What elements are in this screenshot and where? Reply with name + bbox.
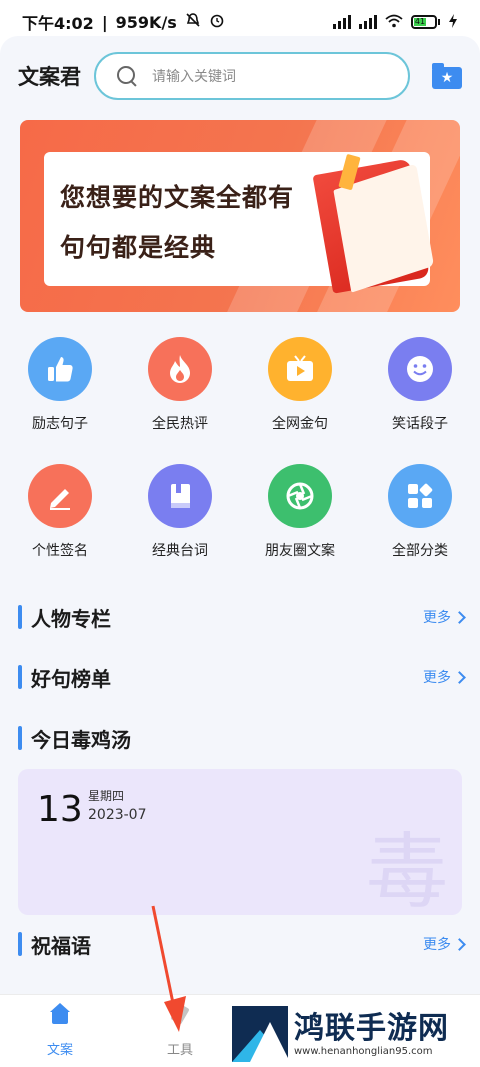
logo-url: www.henanhonglian95.com [294,1045,433,1057]
smile-icon [388,337,452,401]
tv-play-icon [268,337,332,401]
flame-icon [148,337,212,401]
signal-icon [359,15,377,29]
book-icon [148,464,212,528]
status-divider: | [101,12,108,32]
header: 文案君 请输入关键词 ★ [0,48,480,104]
section-blessing: 祝福语 更多 [18,929,466,959]
wifi-icon [385,13,403,32]
daily-day: 13 [37,789,83,830]
daily-weekday: 星期四 [88,789,125,803]
category-label: 全民热评 [152,416,208,432]
section-title: 今日毒鸡汤 [31,727,131,752]
daily-quote-card[interactable]: 13 星期四 2023-07 毒 [18,769,462,915]
logo-name: 鸿联手游网 [294,1010,449,1046]
section-title: 人物专栏 [31,606,111,631]
category-jokes[interactable]: 笑话段子 [365,337,475,433]
site-watermark-logo: 鸿联手游网 www.henanhonglian95.com [232,1006,472,1062]
alarm-icon [209,12,225,32]
chevron-right-icon [453,937,466,951]
more-link[interactable]: 更多 [423,934,466,954]
more-label: 更多 [423,937,451,953]
search-input[interactable]: 请输入关键词 [94,52,410,100]
network-speed: 959K/s [115,12,177,32]
grid-icon [388,464,452,528]
status-time: 下午4:02 [22,14,94,33]
pencil-icon [28,464,92,528]
app-surface: 文案君 请输入关键词 ★ 您想要的文案全都有 句句都是经典 励志句子 全民热评 … [0,36,480,1067]
section-title: 祝福语 [31,933,91,958]
section-people: 人物专栏 更多 [18,602,466,632]
category-label: 笑话段子 [392,416,448,432]
more-label: 更多 [423,610,451,626]
charging-icon [448,13,458,32]
more-link[interactable]: 更多 [423,667,466,687]
category-label: 全部分类 [392,543,448,559]
more-label: 更多 [423,670,451,686]
home-icon [48,1003,72,1025]
app-title: 文案君 [18,64,81,89]
aperture-icon [268,464,332,528]
battery-level: 41 [414,17,426,26]
signal-icon [333,15,351,29]
search-placeholder: 请输入关键词 [152,69,236,85]
daily-watermark: 毒 [365,825,448,915]
category-label: 朋友圈文案 [265,543,335,559]
category-label: 全网金句 [272,416,328,432]
category-classic-lines[interactable]: 经典台词 [125,464,235,560]
category-golden-quotes[interactable]: 全网金句 [245,337,355,433]
category-motivational[interactable]: 励志句子 [5,337,115,433]
thumbs-up-icon [28,337,92,401]
category-label: 个性签名 [32,543,88,559]
category-all[interactable]: 全部分类 [365,464,475,560]
category-hot-comments[interactable]: 全民热评 [125,337,235,433]
section-title: 好句榜单 [31,666,111,691]
chevron-right-icon [453,610,466,624]
tab-copywriting[interactable]: 文案 [20,1003,100,1058]
search-icon [116,65,138,87]
category-signatures[interactable]: 个性签名 [5,464,115,560]
category-label: 经典台词 [152,543,208,559]
logo-mark-icon [232,1006,288,1062]
section-daily: 今日毒鸡汤 [18,723,464,753]
banner-subline: 句句都是经典 [60,233,217,262]
red-arrow-annotation [151,905,186,1032]
category-label: 励志句子 [32,416,88,432]
tab-label: 文案 [46,1043,73,1058]
promo-banner[interactable]: 您想要的文案全都有 句句都是经典 [20,120,460,312]
banner-headline: 您想要的文案全都有 [60,183,295,212]
mute-icon [185,12,201,32]
battery-icon: 41 [411,15,440,29]
tab-label: 工具 [166,1043,193,1058]
more-link[interactable]: 更多 [423,607,466,627]
daily-year-month: 2023-07 [88,807,147,823]
chevron-right-icon [453,670,466,684]
category-moments[interactable]: 朋友圈文案 [245,464,355,560]
section-ranking: 好句榜单 更多 [18,662,466,692]
favorites-folder-icon[interactable]: ★ [432,63,462,89]
book-illustration [302,151,443,300]
